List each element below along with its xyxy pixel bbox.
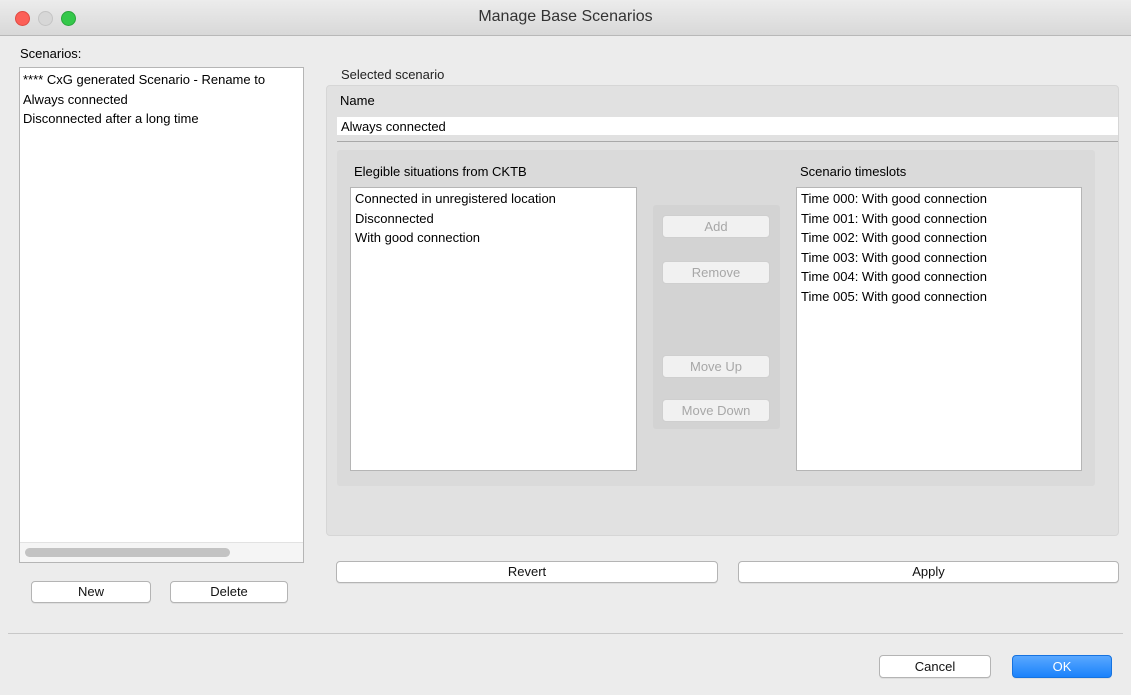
cancel-button[interactable]: Cancel	[879, 655, 991, 678]
list-item[interactable]: Always connected	[20, 90, 303, 110]
footer-divider	[8, 633, 1123, 634]
list-item[interactable]: Disconnected after a long time	[20, 109, 303, 129]
delete-button[interactable]: Delete	[170, 581, 288, 603]
remove-button[interactable]: Remove	[662, 261, 770, 284]
selected-scenario-title: Selected scenario	[341, 67, 445, 82]
list-item[interactable]: Disconnected	[351, 209, 636, 229]
list-item[interactable]: With good connection	[351, 228, 636, 248]
scenarios-label: Scenarios:	[20, 46, 82, 61]
eligible-situations-list[interactable]: Connected in unregistered location Disco…	[350, 187, 637, 471]
list-item[interactable]: Connected in unregistered location	[351, 189, 636, 209]
scenario-timeslots-label: Scenario timeslots	[800, 164, 907, 179]
scenarios-list[interactable]: **** CxG generated Scenario - Rename to …	[19, 67, 304, 563]
list-item[interactable]: Time 002: With good connection	[797, 228, 1081, 248]
name-input[interactable]	[337, 117, 1118, 135]
eligible-situations-label: Elegible situations from CKTB	[354, 164, 527, 179]
list-item[interactable]: Time 005: With good connection	[797, 287, 1081, 307]
list-item[interactable]: Time 003: With good connection	[797, 248, 1081, 268]
apply-button[interactable]: Apply	[738, 561, 1119, 583]
list-item[interactable]: Time 001: With good connection	[797, 209, 1081, 229]
window-title: Manage Base Scenarios	[478, 8, 653, 25]
name-divider	[337, 141, 1118, 142]
new-button[interactable]: New	[31, 581, 151, 603]
add-button[interactable]: Add	[662, 215, 770, 238]
move-up-button[interactable]: Move Up	[662, 355, 770, 378]
move-down-button[interactable]: Move Down	[662, 399, 770, 422]
name-label: Name	[340, 93, 375, 108]
list-item[interactable]: **** CxG generated Scenario - Rename to	[20, 70, 303, 90]
revert-button[interactable]: Revert	[336, 561, 718, 583]
horizontal-scrollbar-track[interactable]	[20, 542, 303, 562]
move-buttons-panel	[653, 205, 780, 429]
scenario-timeslots-list[interactable]: Time 000: With good connection Time 001:…	[796, 187, 1082, 471]
list-item[interactable]: Time 000: With good connection	[797, 189, 1081, 209]
title-bar: Manage Base Scenarios	[0, 0, 1131, 36]
horizontal-scrollbar-thumb[interactable]	[25, 548, 230, 557]
list-item[interactable]: Time 004: With good connection	[797, 267, 1081, 287]
ok-button[interactable]: OK	[1012, 655, 1112, 678]
